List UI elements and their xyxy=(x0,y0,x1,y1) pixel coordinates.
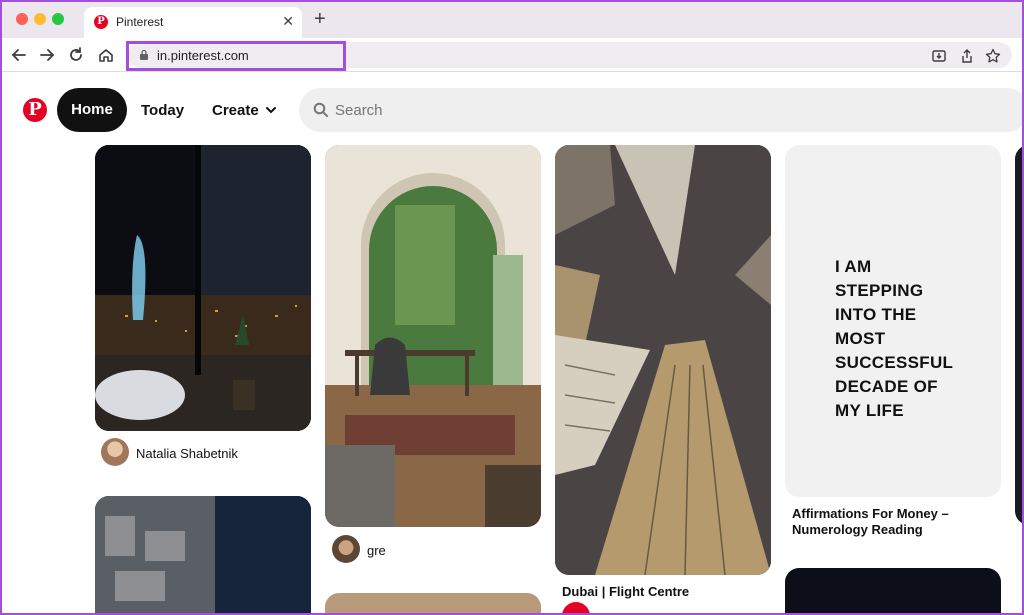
home-icon[interactable] xyxy=(97,46,115,64)
chevron-down-icon[interactable] xyxy=(264,103,278,117)
bookmark-star-icon[interactable] xyxy=(984,47,1002,65)
home-button[interactable]: Home xyxy=(57,88,127,132)
avatar[interactable] xyxy=(101,438,129,466)
forward-arrow-icon[interactable] xyxy=(38,46,56,64)
new-tab-button[interactable]: + xyxy=(314,9,326,29)
pin-caption[interactable]: Dubai | Flight Centre xyxy=(562,584,689,599)
tab-title: Pinterest xyxy=(116,15,164,29)
pin-image-skyscrapers[interactable] xyxy=(555,145,771,575)
pinterest-favicon-icon: P xyxy=(94,15,108,29)
install-app-icon[interactable] xyxy=(930,47,948,65)
pin-image-partial[interactable] xyxy=(785,568,1001,613)
pin-author[interactable]: gre xyxy=(367,543,386,558)
browser-tab-pinterest[interactable]: P Pinterest ✕ xyxy=(84,7,302,38)
avatar[interactable] xyxy=(562,602,590,613)
window-minimize-button[interactable] xyxy=(34,13,46,25)
search-bar[interactable] xyxy=(299,88,1022,132)
share-icon[interactable] xyxy=(958,47,976,65)
pin-caption[interactable]: Affirmations For Money – Numerology Read… xyxy=(792,506,992,538)
window-close-button[interactable] xyxy=(16,13,28,25)
pinterest-logo-icon[interactable]: P xyxy=(23,98,47,122)
pin-image-city-aerial[interactable] xyxy=(95,496,311,613)
search-input[interactable] xyxy=(335,88,935,132)
browser-toolbar: in.pinterest.com xyxy=(2,38,1022,72)
affirmation-text: I AM STEPPING INTO THE MOST SUCCESSFUL D… xyxy=(835,257,954,420)
url-highlight-box xyxy=(126,41,346,71)
window-maximize-button[interactable] xyxy=(52,13,64,25)
pin-image-partial[interactable] xyxy=(1015,145,1022,525)
pin-author[interactable]: Natalia Shabetnik xyxy=(136,446,238,461)
create-menu[interactable]: Create xyxy=(212,102,259,119)
reload-icon[interactable] xyxy=(67,46,85,64)
search-icon xyxy=(313,102,328,117)
pinterest-header: P Home Today Create xyxy=(2,73,1022,145)
tab-close-icon[interactable]: ✕ xyxy=(282,13,294,30)
pin-image-arched-room[interactable] xyxy=(325,145,541,527)
night-city-illustration xyxy=(95,145,311,431)
today-link[interactable]: Today xyxy=(141,102,184,119)
skyscrapers-illustration xyxy=(555,145,771,575)
arched-room-illustration xyxy=(325,145,541,527)
back-arrow-icon[interactable] xyxy=(10,46,28,64)
city-aerial-illustration xyxy=(95,496,311,613)
avatar[interactable] xyxy=(332,535,360,563)
pin-image-partial[interactable] xyxy=(325,593,541,613)
pin-image-affirmation[interactable]: I AM STEPPING INTO THE MOST SUCCESSFUL D… xyxy=(785,145,1001,497)
tab-strip: P Pinterest ✕ + xyxy=(2,2,1022,38)
browser-window: P Pinterest ✕ + in.pinterest.com P Home … xyxy=(2,2,1022,613)
pin-image-night-city[interactable] xyxy=(95,145,311,431)
